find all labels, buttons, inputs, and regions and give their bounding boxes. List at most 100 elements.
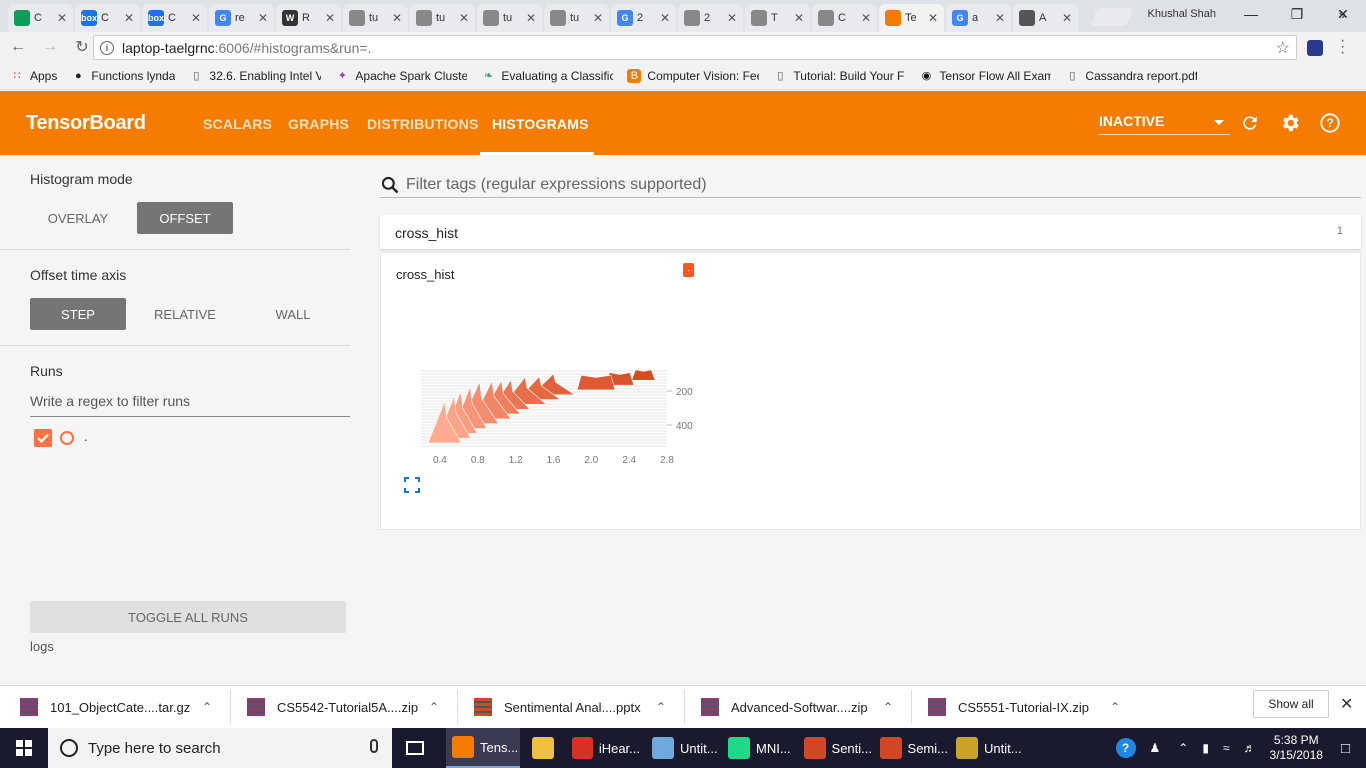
download-item[interactable]: CS5542-Tutorial5A....zip ⌃ <box>247 686 457 728</box>
run-color-radio[interactable] <box>60 431 74 445</box>
browser-tab[interactable]: tu ✕ <box>410 4 475 32</box>
download-options-chevron-icon[interactable]: ⌃ <box>883 700 893 714</box>
info-icon[interactable]: i <box>100 40 114 55</box>
mode-offset-button[interactable]: OFFSET <box>137 202 233 234</box>
browser-tab[interactable]: box C ✕ <box>75 4 140 32</box>
taskbar-app-button[interactable]: MNI... <box>722 728 796 768</box>
browser-tab[interactable]: tu ✕ <box>544 4 609 32</box>
browser-tab[interactable]: Te ✕ <box>879 4 944 32</box>
taskbar-search-input[interactable]: Type here to search <box>48 728 392 768</box>
tab-close-icon[interactable]: ✕ <box>191 11 201 25</box>
tab-close-icon[interactable]: ✕ <box>57 11 67 25</box>
axis-wall-button[interactable]: WALL <box>245 298 341 330</box>
tab-close-icon[interactable]: ✕ <box>593 11 603 25</box>
tab-close-icon[interactable]: ✕ <box>1062 11 1072 25</box>
tab-close-icon[interactable]: ✕ <box>861 11 871 25</box>
browser-menu-icon[interactable]: · · · <box>1340 33 1345 61</box>
minimize-icon[interactable]: — <box>1228 0 1274 28</box>
back-icon[interactable]: ← <box>4 33 32 61</box>
tab-close-icon[interactable]: ✕ <box>995 11 1005 25</box>
mode-overlay-button[interactable]: OVERLAY <box>30 202 126 234</box>
browser-tab[interactable]: Gre ✕ <box>209 4 274 32</box>
tab-graphs[interactable]: GRAPHS <box>288 116 349 132</box>
run-status-dropdown[interactable]: INACTIVE <box>1099 113 1230 135</box>
microphone-icon[interactable] <box>370 739 378 753</box>
download-options-chevron-icon[interactable]: ⌃ <box>1110 700 1120 714</box>
reload-icon[interactable]: ↻ <box>68 33 96 61</box>
wifi-icon[interactable]: ≈ <box>1223 741 1230 755</box>
download-options-chevron-icon[interactable]: ⌃ <box>202 700 212 714</box>
browser-tab[interactable]: tu ✕ <box>477 4 542 32</box>
volume-icon[interactable]: ♬ <box>1244 741 1256 755</box>
tab-close-icon[interactable]: ✕ <box>124 11 134 25</box>
category-header[interactable]: cross_hist 1 <box>380 215 1361 249</box>
show-all-button[interactable]: Show all <box>1253 690 1329 718</box>
taskbar-app-button[interactable]: Semi... <box>874 728 948 768</box>
refresh-icon[interactable] <box>1238 111 1262 135</box>
taskbar-app-button[interactable]: iHear... <box>566 728 640 768</box>
tab-scalars[interactable]: SCALARS <box>203 116 272 132</box>
browser-tab[interactable]: 2 ✕ <box>678 4 743 32</box>
browser-tab[interactable]: C ✕ <box>812 4 877 32</box>
download-item[interactable]: 101_ObjectCate....tar.gz ⌃ <box>20 686 230 728</box>
bookmark-item[interactable]: ❧ Evaluating a Classifica <box>481 69 614 83</box>
battery-icon[interactable]: ▮ <box>1202 741 1209 755</box>
download-options-chevron-icon[interactable]: ⌃ <box>429 700 439 714</box>
tab-close-icon[interactable]: ✕ <box>727 11 737 25</box>
restore-icon[interactable]: ❐ <box>1274 0 1320 28</box>
bookmark-item[interactable]: ▯ Cassandra report.pdf <box>1065 69 1197 83</box>
tab-distributions[interactable]: DISTRIBUTIONS <box>367 116 479 132</box>
taskbar-app-button[interactable]: Untit... <box>950 728 1024 768</box>
browser-tab[interactable]: C ✕ <box>8 4 73 32</box>
bookmark-item[interactable]: ● Functions lynda <box>71 69 175 83</box>
bookmark-item[interactable]: ✦ Apache Spark Cluster <box>335 69 468 83</box>
download-item[interactable]: Advanced-Softwar....zip ⌃ <box>701 686 911 728</box>
browser-tab[interactable]: tu ✕ <box>343 4 408 32</box>
axis-step-button[interactable]: STEP <box>30 298 126 330</box>
browser-tab[interactable]: W R ✕ <box>276 4 341 32</box>
tab-close-icon[interactable]: ✕ <box>325 11 335 25</box>
help-icon[interactable]: ? <box>1318 111 1342 135</box>
tab-close-icon[interactable]: ✕ <box>928 11 938 25</box>
axis-relative-button[interactable]: RELATIVE <box>137 298 233 330</box>
browser-tab[interactable]: box C ✕ <box>142 4 207 32</box>
expand-icon[interactable] <box>404 477 420 493</box>
bookmark-star-icon[interactable]: ☆ <box>1276 38 1290 58</box>
taskbar-app-button[interactable] <box>526 728 560 768</box>
taskbar-app-button[interactable]: Tens... <box>446 728 520 768</box>
runs-filter-input[interactable]: Write a regex to filter runs <box>30 393 350 417</box>
tab-close-icon[interactable]: ✕ <box>660 11 670 25</box>
system-clock[interactable]: 5:38 PM 3/15/2018 <box>1270 733 1323 763</box>
browser-tab[interactable]: A ✕ <box>1013 4 1078 32</box>
bookmark-item[interactable]: ◉ Tensor Flow All Examp <box>919 69 1052 83</box>
bookmark-item[interactable]: B Computer Vision: Fee <box>627 68 759 83</box>
tab-close-icon[interactable]: ✕ <box>526 11 536 25</box>
tab-close-icon[interactable]: ✕ <box>794 11 804 25</box>
notifications-icon[interactable]: □ <box>1341 740 1350 757</box>
windows-start-icon[interactable] <box>16 740 32 756</box>
bookmark-item[interactable]: ▯ Tutorial: Build Your Fi <box>773 69 905 83</box>
bookmark-item[interactable]: ▯ 32.6. Enabling Intel V <box>189 69 321 83</box>
more-bookmarks-icon[interactable]: » <box>1338 6 1346 22</box>
tab-close-icon[interactable]: ✕ <box>258 11 268 25</box>
taskbar-app-button[interactable]: Senti... <box>798 728 872 768</box>
browser-tab[interactable]: G 2 ✕ <box>611 4 676 32</box>
filter-tags-field[interactable]: Filter tags (regular expressions support… <box>380 172 1361 198</box>
bookmark-item[interactable]: ∷ Apps <box>10 69 58 83</box>
url-input[interactable]: i laptop-taelgrnc :6006/#histograms&run=… <box>93 35 1297 60</box>
taskbar-app-button[interactable]: Untit... <box>646 728 720 768</box>
browser-tab[interactable]: Ga ✕ <box>946 4 1011 32</box>
download-item[interactable]: CS5551-Tutorial-IX.zip ⌃ <box>928 686 1138 728</box>
task-view-icon[interactable] <box>402 728 432 768</box>
help-tray-icon[interactable]: ? <box>1115 738 1136 758</box>
download-item[interactable]: Sentimental Anal....pptx ⌃ <box>474 686 684 728</box>
close-shelf-icon[interactable]: ✕ <box>1340 694 1353 714</box>
new-tab-button[interactable] <box>1090 8 1134 26</box>
settings-gear-icon[interactable] <box>1278 111 1302 135</box>
tab-close-icon[interactable]: ✕ <box>459 11 469 25</box>
people-icon[interactable]: ♟ <box>1150 741 1161 755</box>
download-options-chevron-icon[interactable]: ⌃ <box>656 700 666 714</box>
run-checkbox[interactable] <box>34 429 52 447</box>
forward-icon[interactable]: → <box>36 33 64 61</box>
browser-tab[interactable]: T ✕ <box>745 4 810 32</box>
